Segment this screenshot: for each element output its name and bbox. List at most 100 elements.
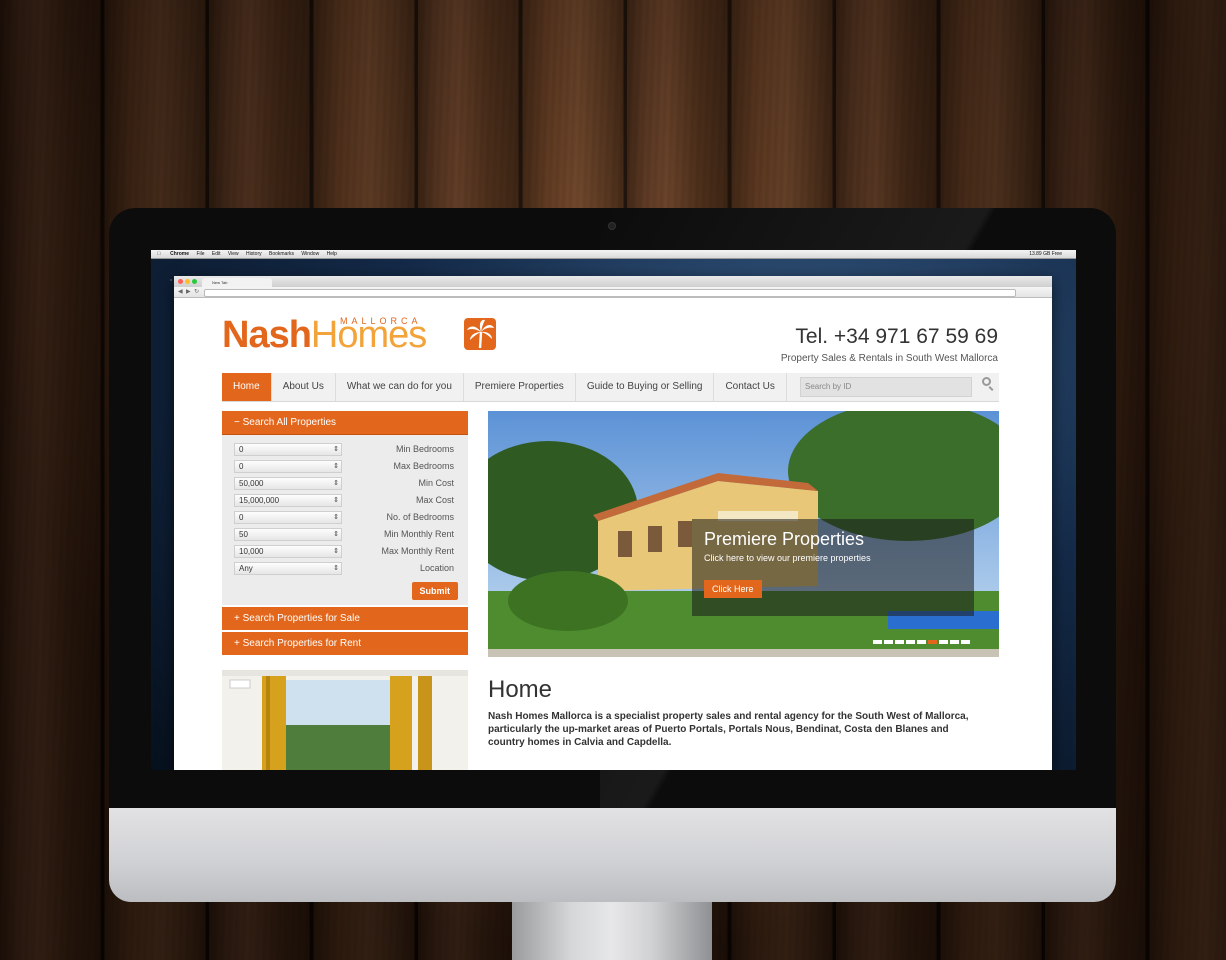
menu-help[interactable]: Help — [327, 251, 337, 257]
palm-tree-icon — [464, 318, 496, 350]
slider-dot-active[interactable] — [928, 640, 937, 644]
updown-icon: ⇕ — [333, 565, 339, 572]
minimize-icon[interactable] — [185, 279, 190, 284]
slider-dot[interactable] — [961, 640, 970, 644]
address-bar[interactable] — [204, 289, 1016, 297]
select-value: 50,000 — [239, 479, 264, 488]
hero-title: Premiere Properties — [704, 529, 865, 549]
updown-icon: ⇕ — [333, 463, 339, 470]
mac-menubar:  Chrome File Edit View History Bookmark… — [151, 250, 1076, 259]
intro-text: Nash Homes Mallorca is a specialist prop… — [488, 711, 969, 748]
screen:  Chrome File Edit View History Bookmark… — [151, 250, 1076, 770]
phone-number: Tel. +34 971 67 59 69 — [795, 325, 998, 348]
zoom-icon[interactable] — [192, 279, 197, 284]
menu-file[interactable]: File — [196, 251, 204, 257]
click-here-button[interactable]: Click Here — [704, 580, 762, 598]
logo-nash: Nash — [222, 314, 312, 356]
hero-slider[interactable]: Premiere Properties Click here to view o… — [488, 411, 999, 657]
select-value: 0 — [239, 445, 244, 454]
plus-icon: + — [234, 638, 243, 649]
field-label: Min Cost — [418, 478, 454, 488]
min-cost-select[interactable]: 50,000 ⇕ — [234, 477, 342, 490]
search-all-header[interactable]: − Search All Properties — [222, 411, 468, 435]
plus-icon: + — [234, 613, 243, 624]
submit-button[interactable]: Submit — [411, 582, 458, 600]
slider-dot[interactable] — [884, 640, 893, 644]
status-disk-free: 13.89 GB Free — [1029, 251, 1062, 257]
browser-toolbar: ◀ ▶ ↻ — [174, 287, 1052, 298]
back-icon[interactable]: ◀ — [178, 287, 183, 297]
slider-dot[interactable] — [873, 640, 882, 644]
slider-dot[interactable] — [906, 640, 915, 644]
max-rent-select[interactable]: 10,000 ⇕ — [234, 545, 342, 558]
max-bedrooms-select[interactable]: 0 ⇕ — [234, 460, 342, 473]
nav-premiere-properties[interactable]: Premiere Properties — [464, 373, 576, 401]
nav-home[interactable]: Home — [222, 373, 272, 401]
nav-contact-us[interactable]: Contact Us — [714, 373, 787, 401]
search-sidebar: − Search All Properties 0 ⇕ Min Bedrooms … — [222, 411, 468, 655]
nav-about-us[interactable]: About Us — [272, 373, 336, 401]
form-row: 15,000,000 ⇕ Max Cost — [234, 492, 458, 509]
menu-view[interactable]: View — [228, 251, 239, 257]
min-rent-select[interactable]: 50 ⇕ — [234, 528, 342, 541]
menu-app[interactable]: Chrome — [170, 251, 189, 257]
hero-caption: Premiere Properties Click here to view o… — [692, 519, 974, 616]
reload-icon[interactable]: ↻ — [194, 287, 199, 297]
hero-subtitle[interactable]: Click here to view our premiere properti… — [704, 553, 871, 563]
field-label: Max Cost — [415, 495, 454, 505]
slider-dots — [873, 631, 972, 649]
min-bedrooms-select[interactable]: 0 ⇕ — [234, 443, 342, 456]
slider-dot[interactable] — [950, 640, 959, 644]
updown-icon: ⇕ — [333, 497, 339, 504]
slider-dot[interactable] — [917, 640, 926, 644]
minus-icon: − — [234, 417, 243, 428]
search-sale-header[interactable]: + Search Properties for Sale — [222, 607, 468, 630]
apple-icon[interactable]:  — [157, 251, 161, 257]
nav-guide[interactable]: Guide to Buying or Selling — [576, 373, 715, 401]
page-title: Home — [488, 676, 553, 703]
tagline: Property Sales & Rentals in South West M… — [780, 353, 998, 364]
menu-edit[interactable]: Edit — [212, 251, 221, 257]
updown-icon: ⇕ — [333, 531, 339, 538]
select-value: 0 — [239, 513, 244, 522]
slider-dot[interactable] — [895, 640, 904, 644]
camera-icon — [609, 223, 615, 229]
site-logo[interactable]: NashHomes MALLORCA — [222, 314, 496, 356]
bedrooms-select[interactable]: 0 ⇕ — [234, 511, 342, 524]
form-row: 50 ⇕ Min Monthly Rent — [234, 526, 458, 543]
select-value: 15,000,000 — [239, 496, 280, 505]
select-value: 50 — [239, 530, 248, 539]
nav-what-we-can-do[interactable]: What we can do for you — [336, 373, 464, 401]
menu-history[interactable]: History — [246, 251, 262, 257]
search-input[interactable]: Search by ID — [800, 377, 972, 397]
forward-icon[interactable]: ▶ — [186, 287, 191, 297]
menu-window[interactable]: Window — [301, 251, 319, 257]
browser-window: New Tab ◀ ▶ ↻ NashHomes MALLORCA Tel. +3… — [174, 276, 1052, 770]
search-icon[interactable] — [982, 377, 991, 386]
field-label: Max Monthly Rent — [381, 546, 454, 556]
select-value: 0 — [239, 462, 244, 471]
select-value: 10,000 — [239, 547, 264, 556]
close-icon[interactable] — [178, 279, 183, 284]
search-rent-label: Search Properties for Rent — [242, 638, 362, 649]
search-rent-header[interactable]: + Search Properties for Rent — [222, 632, 468, 655]
form-row: 10,000 ⇕ Max Monthly Rent — [234, 543, 458, 560]
logo-mallorca: MALLORCA — [340, 316, 422, 326]
updown-icon: ⇕ — [333, 446, 339, 453]
slider-dot[interactable] — [939, 640, 948, 644]
updown-icon: ⇕ — [333, 480, 339, 487]
field-label: Min Monthly Rent — [383, 529, 454, 539]
form-row: 0 ⇕ No. of Bedrooms — [234, 509, 458, 526]
main-nav: Home About Us What we can do for you Pre… — [222, 373, 999, 402]
max-cost-select[interactable]: 15,000,000 ⇕ — [234, 494, 342, 507]
imac-chin — [109, 808, 1116, 902]
browser-tab[interactable]: New Tab — [202, 278, 272, 287]
updown-icon: ⇕ — [333, 514, 339, 521]
browser-titlebar: New Tab — [174, 276, 1052, 287]
interior-photo[interactable] — [222, 670, 468, 770]
form-row: 50,000 ⇕ Min Cost — [234, 475, 458, 492]
menu-bookmarks[interactable]: Bookmarks — [269, 251, 294, 257]
location-select[interactable]: Any ⇕ — [234, 562, 342, 575]
field-label: Min Bedrooms — [395, 444, 454, 454]
select-value: Any — [239, 564, 253, 573]
